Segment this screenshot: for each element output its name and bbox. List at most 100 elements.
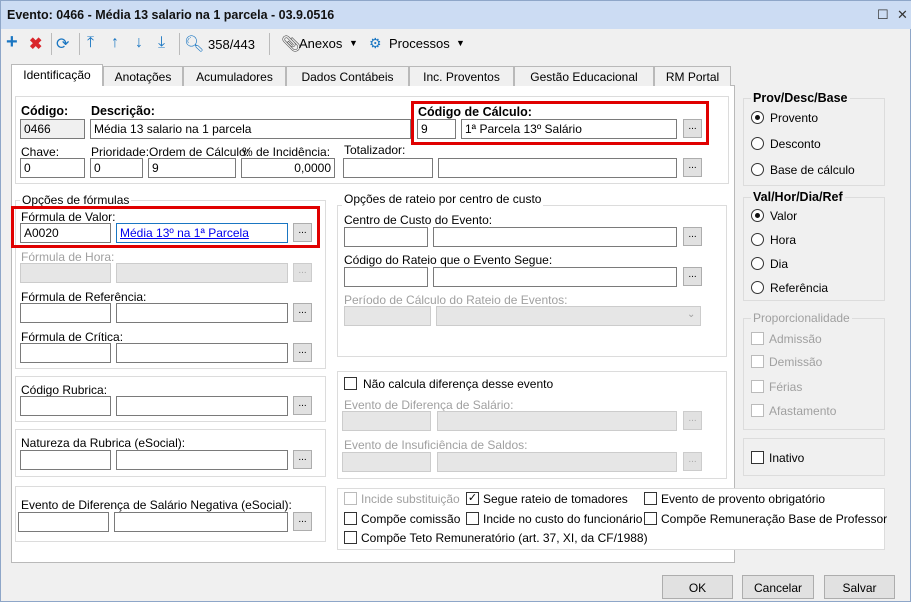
nao-calcula-checkbox[interactable] xyxy=(344,377,357,390)
totalizador-desc-field[interactable] xyxy=(438,158,677,178)
tab-anotacoes[interactable]: Anotações xyxy=(103,66,183,86)
descricao-field[interactable]: Média 13 salario na 1 parcela xyxy=(90,119,411,139)
formula-referencia-code-field[interactable] xyxy=(20,303,111,323)
natureza-rubrica-lookup-button[interactable]: ... xyxy=(293,450,312,469)
radio-referencia[interactable] xyxy=(751,281,764,294)
segue-rateio-checkbox[interactable]: ✓ xyxy=(466,492,479,505)
first-record-icon[interactable]: ⤒ xyxy=(87,34,94,52)
save-button[interactable]: Salvar xyxy=(824,575,895,599)
natureza-rubrica-code-field[interactable] xyxy=(20,450,111,470)
natureza-rubrica-desc-field[interactable] xyxy=(116,450,288,470)
incide-custo-checkbox[interactable] xyxy=(466,512,479,525)
maximize-icon[interactable]: ☐ xyxy=(877,7,889,23)
processes-menu[interactable]: Processos xyxy=(389,36,450,51)
radio-hora[interactable] xyxy=(751,233,764,246)
chevron-down-icon[interactable]: ▼ xyxy=(349,38,358,48)
formula-referencia-desc-field[interactable] xyxy=(116,303,288,323)
radio-desconto[interactable] xyxy=(751,137,764,150)
periodo-rateio-label: Período de Cálculo do Rateio de Eventos: xyxy=(344,293,568,307)
val-group-title: Val/Hor/Dia/Ref xyxy=(751,190,845,204)
next-record-icon[interactable]: ↓ xyxy=(135,34,143,52)
centro-custo-label: Centro de Custo do Evento: xyxy=(344,213,493,227)
insuficiencia-desc-field xyxy=(437,452,677,472)
codigo-calculo-field[interactable]: 9 xyxy=(417,119,456,139)
dif-negativa-desc-field[interactable] xyxy=(114,512,288,532)
ordem-field[interactable]: 9 xyxy=(148,158,236,178)
admissao-checkbox xyxy=(751,332,764,345)
formula-valor-desc-link[interactable]: Média 13º na 1ª Parcela xyxy=(116,223,288,243)
insuficiencia-code-field xyxy=(342,452,431,472)
radio-valor[interactable] xyxy=(751,209,764,222)
teto-remuneratorio-label: Compõe Teto Remuneratório (art. 37, XI, … xyxy=(361,531,648,545)
natureza-rubrica-label: Natureza da Rubrica (eSocial): xyxy=(21,436,186,450)
refresh-icon[interactable]: ⟳ xyxy=(56,34,69,54)
compoe-comissao-checkbox[interactable] xyxy=(344,512,357,525)
chave-field[interactable]: 0 xyxy=(20,158,85,178)
formula-critica-desc-field[interactable] xyxy=(116,343,288,363)
dif-salario-label: Evento de Diferença de Salário: xyxy=(344,398,514,412)
nao-calcula-label: Não calcula diferença desse evento xyxy=(363,377,554,391)
chevron-down-icon[interactable]: ▼ xyxy=(456,38,465,48)
search-icon[interactable]: 🔍︎ xyxy=(184,34,204,54)
attachments-menu[interactable]: Anexos xyxy=(299,36,342,51)
incidencia-field[interactable]: 0,0000 xyxy=(241,158,335,178)
centro-custo-code-field[interactable] xyxy=(344,227,428,247)
radio-dia[interactable] xyxy=(751,257,764,270)
dif-negativa-label: Evento de Diferença de Salário Negativa … xyxy=(21,498,292,512)
remuneracao-professor-checkbox[interactable] xyxy=(644,512,657,525)
radio-provento-label: Provento xyxy=(770,111,819,125)
formula-critica-lookup-button[interactable]: ... xyxy=(293,343,312,362)
previous-record-icon[interactable]: ↑ xyxy=(111,34,119,52)
formula-critica-code-field[interactable] xyxy=(20,343,111,363)
codigo-rubrica-code-field[interactable] xyxy=(20,396,111,416)
codigo-calculo-desc-field[interactable]: 1ª Parcela 13º Salário xyxy=(461,119,677,139)
codigo-rubrica-label: Código Rubrica: xyxy=(21,383,108,397)
ok-button[interactable]: OK xyxy=(662,575,733,599)
codigo-rateio-desc-field[interactable] xyxy=(433,267,677,287)
tab-identificacao[interactable]: Identificação xyxy=(11,64,103,86)
periodo-rateio-select xyxy=(436,306,701,326)
codigo-rubrica-lookup-button[interactable]: ... xyxy=(293,396,312,415)
incide-substituicao-label: Incide substituição xyxy=(361,492,460,506)
formula-referencia-label: Fórmula de Referência: xyxy=(21,290,147,304)
periodo-rateio-field xyxy=(344,306,431,326)
dif-negativa-code-field[interactable] xyxy=(18,512,109,532)
radio-provento[interactable] xyxy=(751,111,764,124)
totalizador-code-field[interactable] xyxy=(343,158,433,178)
codigo-rateio-code-field[interactable] xyxy=(344,267,428,287)
codigo-rubrica-desc-field[interactable] xyxy=(116,396,288,416)
radio-base-calculo[interactable] xyxy=(751,163,764,176)
add-icon[interactable]: + xyxy=(6,31,18,54)
formula-valor-code-field[interactable]: A0020 xyxy=(20,223,111,243)
centro-custo-desc-field[interactable] xyxy=(433,227,677,247)
demissao-label: Demissão xyxy=(769,355,823,369)
tab-rm-portal[interactable]: RM Portal xyxy=(654,66,731,86)
demissao-checkbox xyxy=(751,355,764,368)
centro-custo-lookup-button[interactable]: ... xyxy=(683,227,702,246)
tab-dados-contabeis[interactable]: Dados Contábeis xyxy=(286,66,409,86)
totalizador-lookup-button[interactable]: ... xyxy=(683,158,702,177)
inativo-checkbox[interactable] xyxy=(751,451,764,464)
codigo-rateio-lookup-button[interactable]: ... xyxy=(683,267,702,286)
delete-icon[interactable]: ✖ xyxy=(29,34,42,54)
tab-acumuladores[interactable]: Acumuladores xyxy=(183,66,286,86)
close-icon[interactable]: ✕ xyxy=(897,7,908,23)
formula-valor-label: Fórmula de Valor: xyxy=(21,210,116,224)
proporcionalidade-group-title: Proporcionalidade xyxy=(751,311,852,325)
descricao-label: Descrição: xyxy=(91,104,155,118)
formula-referencia-lookup-button[interactable]: ... xyxy=(293,303,312,322)
insuficiencia-label: Evento de Insuficiência de Saldos: xyxy=(344,438,528,452)
tab-inc-proventos[interactable]: Inc. Proventos xyxy=(409,66,514,86)
segue-rateio-label: Segue rateio de tomadores xyxy=(483,492,628,506)
teto-remuneratorio-checkbox[interactable] xyxy=(344,531,357,544)
prioridade-label: Prioridade: xyxy=(91,145,150,159)
codigo-calculo-lookup-button[interactable]: ... xyxy=(683,119,702,138)
tab-gestao-educacional[interactable]: Gestão Educacional xyxy=(514,66,654,86)
provento-obrigatorio-checkbox[interactable] xyxy=(644,492,657,505)
codigo-field[interactable]: 0466 xyxy=(20,119,85,139)
prioridade-field[interactable]: 0 xyxy=(90,158,143,178)
cancel-button[interactable]: Cancelar xyxy=(742,575,814,599)
last-record-icon[interactable]: ⤓ xyxy=(158,34,165,52)
dif-negativa-lookup-button[interactable]: ... xyxy=(293,512,312,531)
formula-valor-lookup-button[interactable]: ... xyxy=(293,223,312,242)
